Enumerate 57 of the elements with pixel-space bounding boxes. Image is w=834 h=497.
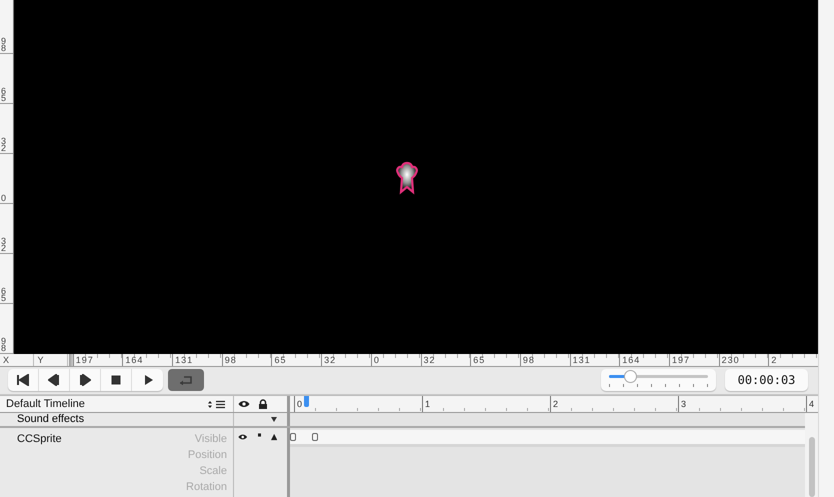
keyframe-marker[interactable] [290, 433, 296, 441]
ruler-label: 65 [274, 355, 286, 365]
timeline-label: 3 [681, 399, 686, 409]
scrollbar-thumb[interactable] [808, 437, 814, 497]
timeline-label: 2 [553, 399, 558, 409]
section-label: Sound effects [16, 413, 86, 426]
sort-menu-icon [207, 400, 227, 408]
timeline-label: 0 [297, 399, 302, 409]
ruler-label: 65 [473, 355, 486, 365]
step-back-icon [48, 374, 60, 386]
keyframe-marker[interactable] [312, 433, 318, 441]
ruler-label: 2 [771, 355, 778, 365]
zoom-slider[interactable] [601, 369, 716, 392]
ruler-label: 197 [672, 355, 690, 365]
x-label: X [3, 355, 10, 365]
ruler-label: 65 [0, 288, 6, 303]
y-label: Y [37, 355, 44, 365]
skip-to-start-icon [17, 374, 29, 386]
loop-button[interactable] [168, 369, 204, 392]
sprite-drawing [394, 161, 420, 195]
loop-icon [177, 375, 195, 386]
ruler-label: 98 [224, 355, 237, 365]
ruler-label: 98 [0, 38, 6, 53]
eye-icon[interactable] [238, 400, 250, 408]
step-forward-icon [79, 374, 91, 386]
lock-icon[interactable] [258, 399, 268, 409]
ruler-label: 0 [374, 355, 380, 365]
ruler-label: 230 [722, 355, 740, 365]
ruler-label: 98 [522, 355, 535, 365]
ruler-label: 32 [0, 138, 6, 153]
timeline-label: 1 [425, 399, 430, 409]
ruler-label: 164 [622, 355, 640, 365]
ruler-label: 98 [0, 338, 6, 353]
time-display: 00:00:03 [725, 369, 808, 392]
slider-thumb[interactable] [624, 370, 637, 384]
stop-icon [110, 374, 122, 386]
timeline-selector[interactable]: Default Timeline [0, 396, 233, 412]
ruler-handle[interactable] [68, 354, 73, 366]
ruler-label: 164 [125, 355, 144, 365]
caret-icon[interactable] [271, 417, 277, 422]
property-label: Visible [194, 432, 227, 447]
ruler-label: 32 [324, 355, 336, 365]
ruler-label: 197 [76, 355, 94, 365]
eye-icon[interactable] [238, 433, 248, 441]
timeline-label: 4 [809, 399, 814, 409]
ruler-label: 65 [0, 88, 6, 103]
ruler-label: 131 [175, 355, 194, 365]
ruler-label: 32 [424, 355, 436, 365]
ruler-label: 32 [0, 238, 6, 253]
property-label: Scale [199, 464, 227, 479]
property-label: Rotation [186, 480, 227, 495]
ruler-label: 131 [572, 355, 591, 365]
triangle-icon[interactable] [270, 433, 277, 441]
property-label: Position [188, 448, 227, 463]
ruler-label: 0 [0, 194, 6, 203]
timeline-ruler[interactable]: 0 1 2 3 4 [290, 396, 818, 412]
node-name[interactable]: CCSprite [17, 431, 62, 497]
